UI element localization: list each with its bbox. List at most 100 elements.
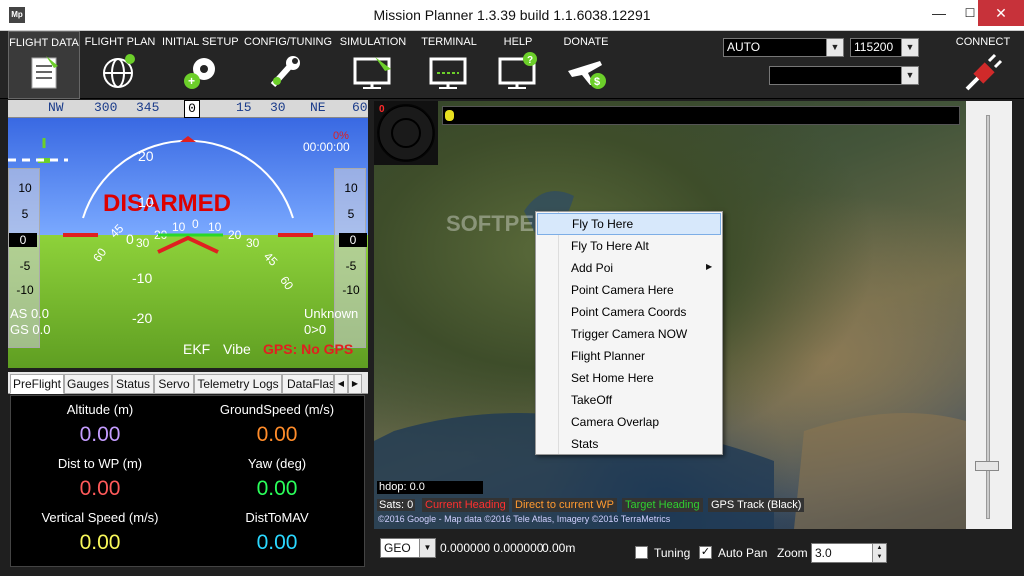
monitor-icon: [429, 57, 467, 89]
tab-dataflash[interactable]: DataFlash: [282, 374, 334, 394]
quick-value[interactable]: 0.00: [11, 531, 189, 555]
com-port-select[interactable]: ▼: [769, 66, 919, 85]
menu-simulation[interactable]: SIMULATION: [336, 31, 410, 99]
tab-telemetry-logs[interactable]: Telemetry Logs: [194, 374, 282, 394]
menu-flight-data[interactable]: FLIGHT DATA: [8, 31, 80, 99]
tape-tick: -10: [16, 283, 34, 297]
tab-status[interactable]: Status: [112, 374, 154, 394]
tab-scroll-left-icon[interactable]: ◀: [334, 374, 348, 394]
globe-icon: [103, 54, 135, 88]
tape-tick: -10: [342, 283, 360, 297]
ekf-status[interactable]: EKF: [183, 341, 210, 357]
menu-label: INITIAL SETUP: [162, 36, 239, 48]
quick-value[interactable]: 0.00: [188, 423, 366, 447]
coord-system-select[interactable]: GEO ▼: [380, 538, 436, 558]
plug-icon: [965, 53, 1003, 91]
flight-time: 00:00:00: [303, 140, 350, 154]
chevron-down-icon: ▼: [826, 39, 843, 56]
menu-config-tuning[interactable]: CONFIG/TUNING: [244, 31, 332, 99]
chevron-down-icon: ▼: [419, 539, 435, 557]
zoom-label: Zoom: [777, 546, 808, 560]
tab-servo[interactable]: Servo: [154, 374, 194, 394]
svg-text:+: +: [188, 74, 195, 88]
chevron-down-icon: ▼: [901, 39, 918, 56]
close-button[interactable]: ✕: [978, 0, 1024, 26]
menu-point-camera-here[interactable]: Point Camera Here: [537, 279, 721, 301]
pitch-tick: -10: [132, 270, 153, 286]
gimbal-widget[interactable]: 0: [374, 101, 438, 165]
progress-indicator: [445, 110, 454, 121]
menu-terminal[interactable]: TERMINAL: [416, 31, 482, 99]
menu-flight-plan[interactable]: FLIGHT PLAN: [84, 31, 156, 99]
monitor-plane-icon: [353, 57, 391, 89]
baud-rate-select[interactable]: 115200 ▼: [850, 38, 919, 57]
legend-gps-track: GPS Track (Black): [708, 498, 805, 512]
plane-dollar-icon: $: [568, 61, 606, 89]
heading-tick: 60: [352, 100, 368, 115]
heading-tick: 15: [236, 100, 252, 115]
quick-value[interactable]: 0.00: [11, 477, 189, 501]
legend-current-heading: Current Heading: [422, 498, 509, 512]
menu-initial-setup[interactable]: INITIAL SETUP +: [162, 31, 239, 99]
quick-value[interactable]: 0.00: [188, 531, 366, 555]
monitor-help-icon: ?: [498, 52, 537, 89]
flight-mode-readout: Unknown: [304, 306, 359, 321]
connect-button[interactable]: CONNECT: [950, 31, 1016, 99]
flight-mode-select[interactable]: AUTO ▼: [723, 38, 844, 57]
stepper-icon[interactable]: ▲ ▼: [872, 544, 886, 562]
menu-help[interactable]: HELP ?: [490, 31, 546, 99]
svg-text:$: $: [594, 76, 600, 88]
quick-label: GroundSpeed (m/s): [219, 402, 335, 417]
tape-tick: 10: [344, 181, 358, 195]
map-copyright: ©2016 Google - Map data ©2016 Tele Atlas…: [378, 514, 671, 524]
menu-add-poi[interactable]: Add Poi: [537, 257, 721, 279]
wrench-icon: [270, 56, 300, 88]
cursor-coords: 0.000000 0.000000: [440, 541, 544, 555]
zoom-thumb[interactable]: [975, 461, 999, 471]
quick-label: Altitude (m): [66, 402, 134, 417]
cursor-alt: 0.00m: [542, 541, 576, 555]
menu-camera-overlap[interactable]: Camera Overlap: [537, 411, 721, 433]
coord-system-value: GEO: [384, 541, 411, 555]
zoom-slider[interactable]: [966, 101, 1012, 529]
quick-value[interactable]: 0.00: [11, 423, 189, 447]
menu-donate[interactable]: DONATE $: [556, 31, 616, 99]
title-bar: Mp Mission Planner 1.3.39 build 1.1.6038…: [0, 0, 1024, 31]
map-bottom-bar: GEO ▼ 0.000000 0.000000 0.00m Tuning ✓ Au…: [374, 532, 1024, 576]
data-tabs: PreFlight Gauges Status Servo Telemetry …: [8, 372, 368, 394]
heading-tape: NW 300 345 15 30 NE 60 0: [8, 100, 368, 118]
menu-label: TERMINAL: [421, 36, 477, 48]
hdop-readout: hdop: 0.0: [377, 481, 483, 494]
pitch-tick: 10: [138, 194, 154, 210]
heading-tick: 30: [270, 100, 286, 115]
maximize-button[interactable]: ☐: [962, 0, 978, 26]
menu-fly-to-here-alt[interactable]: Fly To Here Alt: [537, 235, 721, 257]
zoom-input[interactable]: 3.0 ▲ ▼: [811, 543, 887, 563]
quick-label: Vertical Speed (m/s): [41, 510, 159, 525]
tab-preflight[interactable]: PreFlight: [10, 374, 64, 394]
minimize-button[interactable]: —: [916, 0, 962, 26]
menu-label: HELP: [503, 36, 533, 48]
auto-pan-checkbox[interactable]: ✓: [699, 546, 712, 559]
baud-rate-value: 115200: [854, 40, 894, 54]
menu-takeoff[interactable]: TakeOff: [537, 389, 721, 411]
tape-tick: -5: [19, 259, 31, 273]
armed-status: DISARMED: [103, 190, 232, 217]
tuning-checkbox[interactable]: [635, 546, 648, 559]
quick-value[interactable]: 0.00: [188, 477, 366, 501]
menu-fly-to-here[interactable]: Fly To Here: [537, 213, 721, 235]
vibe-status[interactable]: Vibe: [223, 341, 251, 357]
menu-label: CONFIG/TUNING: [244, 36, 332, 48]
menu-flight-planner[interactable]: Flight Planner: [537, 345, 721, 367]
tab-scroll-right-icon[interactable]: ▶: [348, 374, 362, 394]
quick-label: DistToMAV: [245, 510, 309, 525]
menu-point-camera-coords[interactable]: Point Camera Coords: [537, 301, 721, 323]
zoom-value: 3.0: [815, 546, 832, 560]
gps-status: GPS: No GPS: [263, 341, 354, 357]
menu-trigger-camera-now[interactable]: Trigger Camera NOW: [537, 323, 721, 345]
tab-gauges[interactable]: Gauges: [64, 374, 112, 394]
tape-tick: 5: [21, 207, 29, 221]
mission-progress-bar: [442, 106, 960, 125]
menu-set-home-here[interactable]: Set Home Here: [537, 367, 721, 389]
menu-stats[interactable]: Stats: [537, 433, 721, 455]
